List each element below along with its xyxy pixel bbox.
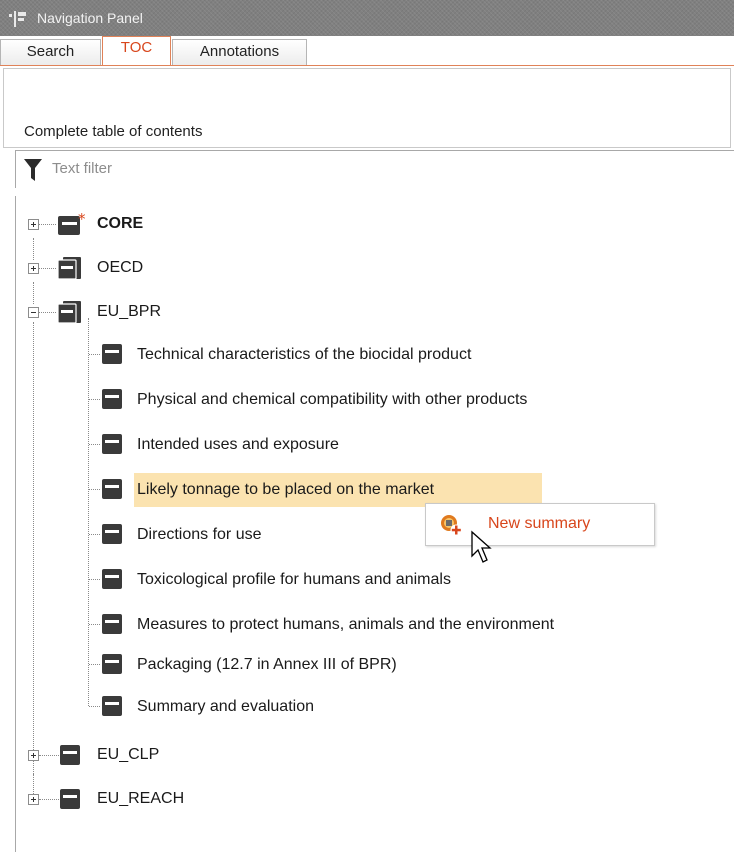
document-icon	[102, 524, 122, 544]
document-icon	[102, 389, 122, 409]
expand-toggle-core[interactable]	[28, 219, 39, 230]
tree-item-core[interactable]: CORE	[97, 214, 143, 234]
document-icon	[102, 344, 122, 364]
mouse-pointer-icon	[471, 530, 492, 563]
tree-item-technical-characteristics[interactable]: Technical characteristics of the biocida…	[137, 345, 471, 365]
tree-item-summary-evaluation[interactable]: Summary and evaluation	[137, 697, 314, 717]
document-icon	[102, 479, 122, 499]
text-filter-input[interactable]: Text filter	[15, 150, 734, 188]
svg-text:*: *	[78, 212, 86, 228]
tab-toc[interactable]: TOC	[102, 36, 171, 66]
document-icon	[60, 789, 80, 809]
filter-funnel-icon	[24, 159, 42, 181]
filter-placeholder: Text filter	[52, 160, 113, 177]
collapse-toggle-eu-bpr[interactable]	[28, 307, 39, 318]
tree-connector	[39, 755, 59, 756]
tree-connector	[89, 579, 100, 580]
new-summary-icon	[441, 515, 462, 536]
panel-title: Navigation Panel	[37, 10, 143, 26]
document-icon	[102, 696, 122, 716]
tree-item-eu-clp[interactable]: EU_CLP	[97, 745, 159, 765]
tree-connector	[89, 489, 100, 490]
tree-item-directions-for-use[interactable]: Directions for use	[137, 525, 262, 545]
document-icon	[102, 434, 122, 454]
tree-connector	[89, 624, 100, 625]
tree-item-intended-uses[interactable]: Intended uses and exposure	[137, 435, 339, 455]
tree-connector	[89, 706, 100, 707]
document-stack-icon	[57, 257, 81, 280]
expand-toggle-oecd[interactable]	[28, 263, 39, 274]
context-menu: New summary	[425, 503, 655, 546]
tree-item-packaging[interactable]: Packaging (12.7 in Annex III of BPR)	[137, 655, 397, 675]
tree-connector	[88, 318, 89, 706]
tree-connector	[39, 312, 56, 313]
tree-connector	[33, 322, 34, 776]
document-section-marked-icon: *	[58, 212, 86, 235]
tab-bar: Search TOC Annotations	[0, 36, 734, 66]
tree-item-eu-bpr[interactable]: EU_BPR	[97, 302, 161, 322]
tree-connector	[33, 238, 34, 260]
tree-connector	[39, 799, 59, 800]
toc-scope-label[interactable]: Complete table of contents	[24, 123, 202, 140]
document-icon	[60, 745, 80, 765]
new-summary-menu-item[interactable]: New summary	[488, 514, 590, 534]
tree-connector	[89, 399, 100, 400]
tree-item-measures-to-protect[interactable]: Measures to protect humans, animals and …	[137, 615, 554, 635]
tree-connector	[39, 268, 56, 269]
tree-connector	[33, 774, 34, 794]
document-icon	[102, 654, 122, 674]
tree-connector	[89, 664, 100, 665]
tree-connector	[39, 224, 56, 225]
tab-search[interactable]: Search	[0, 39, 101, 65]
tree-connector	[89, 444, 100, 445]
expand-toggle-eu-reach[interactable]	[28, 794, 39, 805]
document-icon	[102, 614, 122, 634]
tree-item-oecd[interactable]: OECD	[97, 258, 143, 278]
tree-connector	[33, 282, 34, 304]
tree-item-likely-tonnage[interactable]: Likely tonnage to be placed on the marke…	[137, 480, 434, 500]
toc-header-frame: Complete table of contents	[0, 66, 734, 150]
tab-annotations[interactable]: Annotations	[172, 39, 307, 65]
document-stack-icon	[57, 301, 81, 324]
tree-item-toxicological-profile[interactable]: Toxicological profile for humans and ani…	[137, 570, 451, 590]
navigation-panel-icon	[9, 11, 26, 27]
tree-item-eu-reach[interactable]: EU_REACH	[97, 789, 184, 809]
expand-toggle-eu-clp[interactable]	[28, 750, 39, 761]
document-icon	[102, 569, 122, 589]
tree-connector	[89, 354, 100, 355]
panel-title-bar: Navigation Panel	[0, 0, 734, 36]
tree-item-physical-chemical-compatibility[interactable]: Physical and chemical compatibility with…	[137, 390, 527, 410]
tree-connector	[89, 534, 100, 535]
